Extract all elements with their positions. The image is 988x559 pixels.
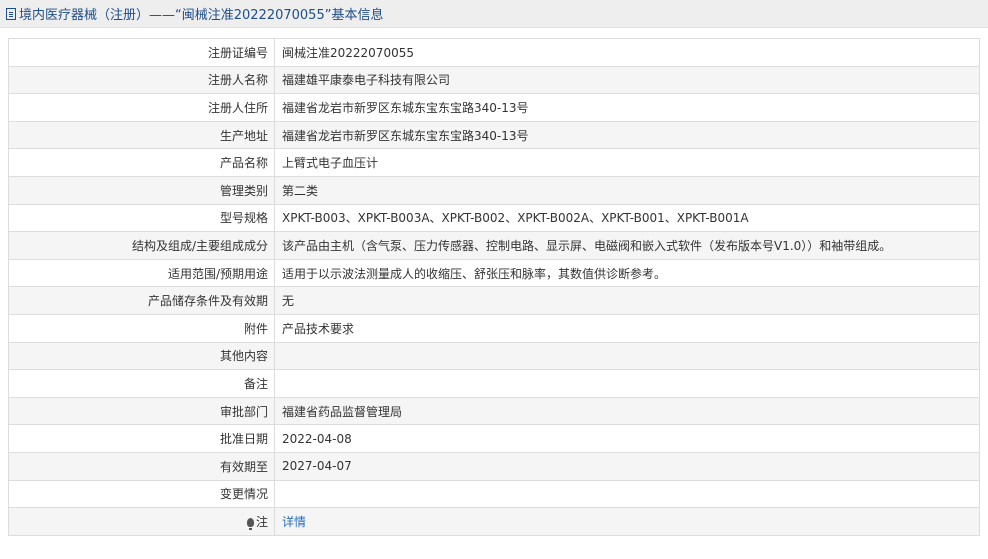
table-row: 审批部门 福建省药品监督管理局 bbox=[8, 396, 980, 426]
page-header: 境内医疗器械（注册）——“闽械注准20222070055”基本信息 bbox=[0, 0, 988, 28]
note-label: 注 bbox=[255, 514, 268, 529]
row-label: 结构及组成/主要组成成分 bbox=[8, 231, 275, 260]
row-value: 无 bbox=[274, 286, 980, 315]
table-row: 变更情况 bbox=[8, 479, 980, 509]
row-value: XPKT-B003、XPKT-B003A、XPKT-B002、XPKT-B002… bbox=[274, 203, 980, 233]
row-value: 2022-04-08 bbox=[274, 424, 980, 453]
row-value: 福建省龙岩市新罗区东城东宝东宝路340-13号 bbox=[274, 120, 980, 150]
document-icon bbox=[6, 7, 16, 20]
row-value: 适用于以示波法测量成人的收缩压、舒张压和脉率，其数值供诊断参考。 bbox=[274, 258, 980, 288]
row-value: 上臂式电子血压计 bbox=[274, 148, 980, 177]
info-table: 注册证编号 闽械注准20222070055 注册人名称 福建雄平康泰电子科技有限… bbox=[8, 38, 980, 536]
table-row: 注册人名称 福建雄平康泰电子科技有限公司 bbox=[8, 65, 980, 95]
table-row: 适用范围/预期用途 适用于以示波法测量成人的收缩压、舒张压和脉率，其数值供诊断参… bbox=[8, 258, 980, 288]
row-value: 福建省龙岩市新罗区东城东宝东宝路340-13号 bbox=[274, 93, 980, 122]
row-label: 产品名称 bbox=[8, 148, 275, 177]
row-label: 注册证编号 bbox=[8, 38, 275, 67]
table-row: 结构及组成/主要组成成分 该产品由主机（含气泵、压力传感器、控制电路、显示屏、电… bbox=[8, 231, 980, 260]
row-value: 第二类 bbox=[274, 175, 980, 205]
note-label-cell: 注 bbox=[8, 507, 275, 536]
table-row: 产品名称 上臂式电子血压计 bbox=[8, 148, 980, 177]
table-row: 产品储存条件及有效期 无 bbox=[8, 286, 980, 315]
row-label: 生产地址 bbox=[8, 120, 275, 150]
row-label: 型号规格 bbox=[8, 203, 275, 233]
bulb-icon bbox=[246, 517, 254, 530]
row-label: 批准日期 bbox=[8, 424, 275, 453]
row-value: 闽械注准20222070055 bbox=[274, 38, 980, 67]
table-row: 备注 bbox=[8, 369, 980, 398]
row-value bbox=[274, 341, 980, 371]
row-label: 备注 bbox=[8, 369, 275, 398]
detail-link[interactable]: 详情 bbox=[282, 515, 306, 529]
table-row: 注册证编号 闽械注准20222070055 bbox=[8, 38, 980, 67]
row-value: 产品技术要求 bbox=[274, 313, 980, 343]
row-label: 注册人住所 bbox=[8, 93, 275, 122]
row-label: 适用范围/预期用途 bbox=[8, 258, 275, 288]
row-value bbox=[274, 369, 980, 398]
note-value-cell: 详情 bbox=[274, 507, 980, 536]
row-value: 福建省药品监督管理局 bbox=[274, 396, 980, 426]
row-value: 该产品由主机（含气泵、压力传感器、控制电路、显示屏、电磁阀和嵌入式软件（发布版本… bbox=[274, 231, 980, 260]
table-row: 附件 产品技术要求 bbox=[8, 313, 980, 343]
table-row: 管理类别 第二类 bbox=[8, 175, 980, 205]
row-label: 变更情况 bbox=[8, 479, 275, 509]
row-label: 管理类别 bbox=[8, 175, 275, 205]
table-row: 生产地址 福建省龙岩市新罗区东城东宝东宝路340-13号 bbox=[8, 120, 980, 150]
table-row-note: 注 详情 bbox=[8, 507, 980, 536]
row-label: 其他内容 bbox=[8, 341, 275, 371]
row-value: 福建雄平康泰电子科技有限公司 bbox=[274, 65, 980, 95]
row-label: 注册人名称 bbox=[8, 65, 275, 95]
table-row: 型号规格 XPKT-B003、XPKT-B003A、XPKT-B002、XPKT… bbox=[8, 203, 980, 233]
row-label: 附件 bbox=[8, 313, 275, 343]
row-label: 有效期至 bbox=[8, 451, 275, 481]
row-label: 审批部门 bbox=[8, 396, 275, 426]
row-value bbox=[274, 479, 980, 509]
row-value: 2027-04-07 bbox=[274, 451, 980, 481]
row-label: 产品储存条件及有效期 bbox=[8, 286, 275, 315]
table-row: 注册人住所 福建省龙岩市新罗区东城东宝东宝路340-13号 bbox=[8, 93, 980, 122]
page-title: 境内医疗器械（注册）——“闽械注准20222070055”基本信息 bbox=[19, 8, 384, 23]
table-row: 有效期至 2027-04-07 bbox=[8, 451, 980, 481]
table-row: 其他内容 bbox=[8, 341, 980, 371]
table-row: 批准日期 2022-04-08 bbox=[8, 424, 980, 453]
